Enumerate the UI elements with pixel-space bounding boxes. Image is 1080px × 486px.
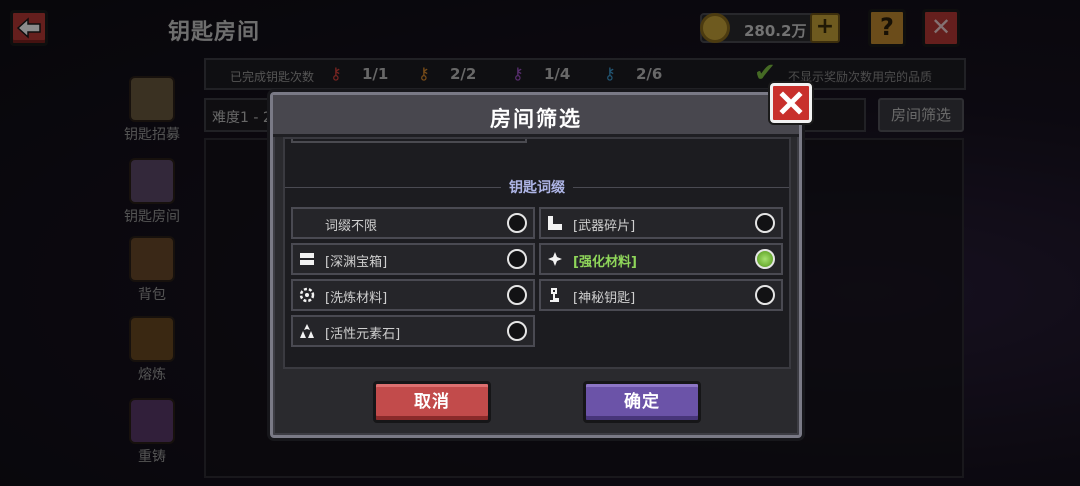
element-stone-icon [299, 323, 315, 339]
option-element-stone[interactable]: [活性元素石] [291, 315, 535, 347]
confirm-button[interactable]: 确定 [583, 381, 701, 423]
option-enhance-material[interactable]: [强化材料] [539, 243, 783, 275]
option-radio[interactable] [507, 285, 527, 305]
room-filter-dialog: 房间筛选 钥匙词缀 词缀不限 [武器碎片] [深渊宝箱] [强化材料] [洗炼材… [270, 83, 812, 438]
weapon-fragment-icon [547, 215, 563, 231]
refine-material-icon [299, 287, 315, 303]
option-label: [神秘钥匙] [573, 291, 636, 306]
option-radio-selected[interactable] [755, 249, 775, 269]
option-abyss-chest[interactable]: [深渊宝箱] [291, 243, 535, 275]
option-label: 词缀不限 [325, 219, 378, 234]
option-any-affix[interactable]: 词缀不限 [291, 207, 535, 239]
option-radio[interactable] [507, 249, 527, 269]
close-icon [779, 91, 803, 115]
option-radio[interactable] [755, 285, 775, 305]
option-label: [武器碎片] [573, 219, 636, 234]
enhance-material-icon [547, 251, 563, 267]
dialog-close-button[interactable] [770, 83, 812, 123]
option-radio[interactable] [507, 321, 527, 341]
option-radio[interactable] [507, 213, 527, 233]
option-weapon-fragment[interactable]: [武器碎片] [539, 207, 783, 239]
dialog-header: 房间筛选 [273, 95, 799, 137]
scrolled-option-row [291, 139, 527, 143]
option-label: [洗炼材料] [325, 291, 388, 306]
mystery-key-icon [547, 287, 563, 303]
section-title: 钥匙词缀 [285, 177, 789, 197]
cancel-button[interactable]: 取消 [373, 381, 491, 423]
option-label: [强化材料] [573, 255, 637, 270]
option-label: [活性元素石] [325, 327, 401, 342]
option-radio[interactable] [755, 213, 775, 233]
filter-options-panel[interactable]: 钥匙词缀 词缀不限 [武器碎片] [深渊宝箱] [强化材料] [洗炼材料] [神… [283, 137, 791, 369]
option-refine-material[interactable]: [洗炼材料] [291, 279, 535, 311]
option-label: [深渊宝箱] [325, 255, 388, 270]
abyss-chest-icon [299, 251, 315, 267]
dialog-title: 房间筛选 [490, 107, 582, 131]
option-mystery-key[interactable]: [神秘钥匙] [539, 279, 783, 311]
dialog-footer: 取消 确定 [273, 377, 799, 433]
